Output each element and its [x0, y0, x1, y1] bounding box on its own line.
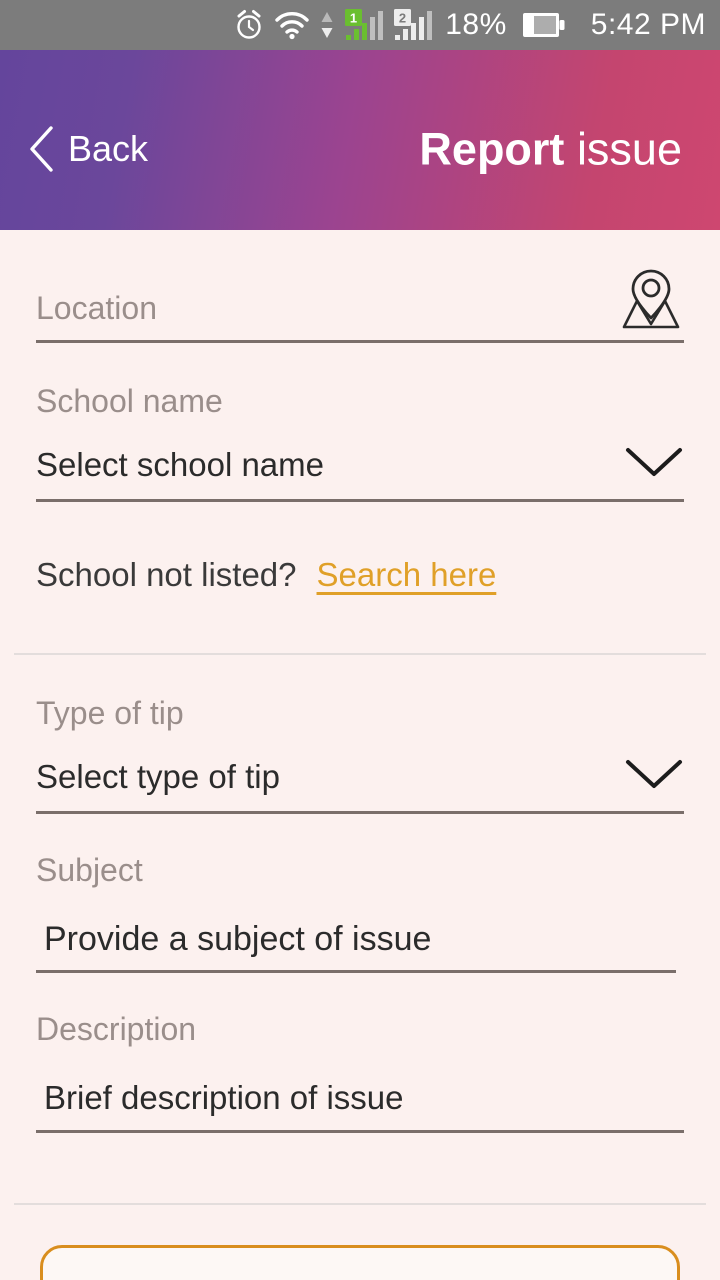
school-name-underline — [36, 499, 684, 502]
school-name-field[interactable]: School name Select school name — [36, 343, 684, 502]
app-header: Back Report issue — [0, 50, 720, 230]
svg-text:1: 1 — [350, 11, 357, 26]
back-label: Back — [68, 128, 149, 169]
report-issue-form: Location School name Select school name … — [0, 230, 720, 1280]
chevron-down-icon[interactable] — [624, 445, 684, 481]
school-name-select[interactable]: Select school name — [36, 417, 684, 499]
description-input[interactable]: Brief description of issue — [36, 1045, 684, 1130]
page-title-bold: Report — [419, 123, 565, 175]
status-bar-icons: 1 2 18% 5:42 PM — [234, 9, 706, 41]
type-of-tip-label: Type of tip — [36, 695, 184, 731]
wifi-icon — [275, 10, 309, 40]
page-title: Report issue — [419, 127, 682, 172]
description-underline — [36, 1130, 684, 1133]
school-name-value: Select school name — [36, 446, 324, 483]
type-of-tip-field[interactable]: Type of tip Select type of tip — [36, 655, 684, 814]
svg-text:2: 2 — [399, 11, 406, 26]
chevron-left-icon — [28, 125, 54, 173]
sim1-signal-icon: 1 — [345, 9, 384, 41]
battery-icon — [522, 11, 566, 39]
submit-button[interactable] — [40, 1245, 680, 1280]
subject-input[interactable]: Provide a subject of issue — [36, 886, 684, 970]
page-title-regular: issue — [576, 123, 682, 175]
search-here-link[interactable]: Search here — [317, 558, 497, 591]
status-bar: 1 2 18% 5:42 PM — [0, 0, 720, 50]
chevron-down-icon[interactable] — [624, 757, 684, 793]
back-button[interactable]: Back — [28, 125, 148, 173]
clock-label: 5:42 PM — [590, 8, 706, 41]
type-of-tip-select[interactable]: Select type of tip — [36, 729, 684, 811]
subject-label: Subject — [36, 852, 143, 888]
description-field[interactable]: Description Brief description of issue — [36, 973, 684, 1133]
location-label: Location — [36, 290, 157, 326]
school-not-listed-text: School not listed? — [36, 556, 297, 593]
school-not-listed-row: School not listed? Search here — [36, 502, 684, 591]
section-divider-2 — [14, 1203, 706, 1205]
sim2-signal-icon: 2 — [394, 9, 433, 41]
location-field[interactable]: Location — [36, 230, 684, 340]
alarm-icon — [234, 9, 264, 41]
data-updown-icon — [320, 10, 334, 40]
type-of-tip-value: Select type of tip — [36, 758, 280, 795]
subject-field[interactable]: Subject Provide a subject of issue — [36, 814, 684, 973]
school-name-label: School name — [36, 383, 223, 419]
description-label: Description — [36, 1011, 197, 1047]
battery-percent-label: 18% — [445, 8, 507, 41]
